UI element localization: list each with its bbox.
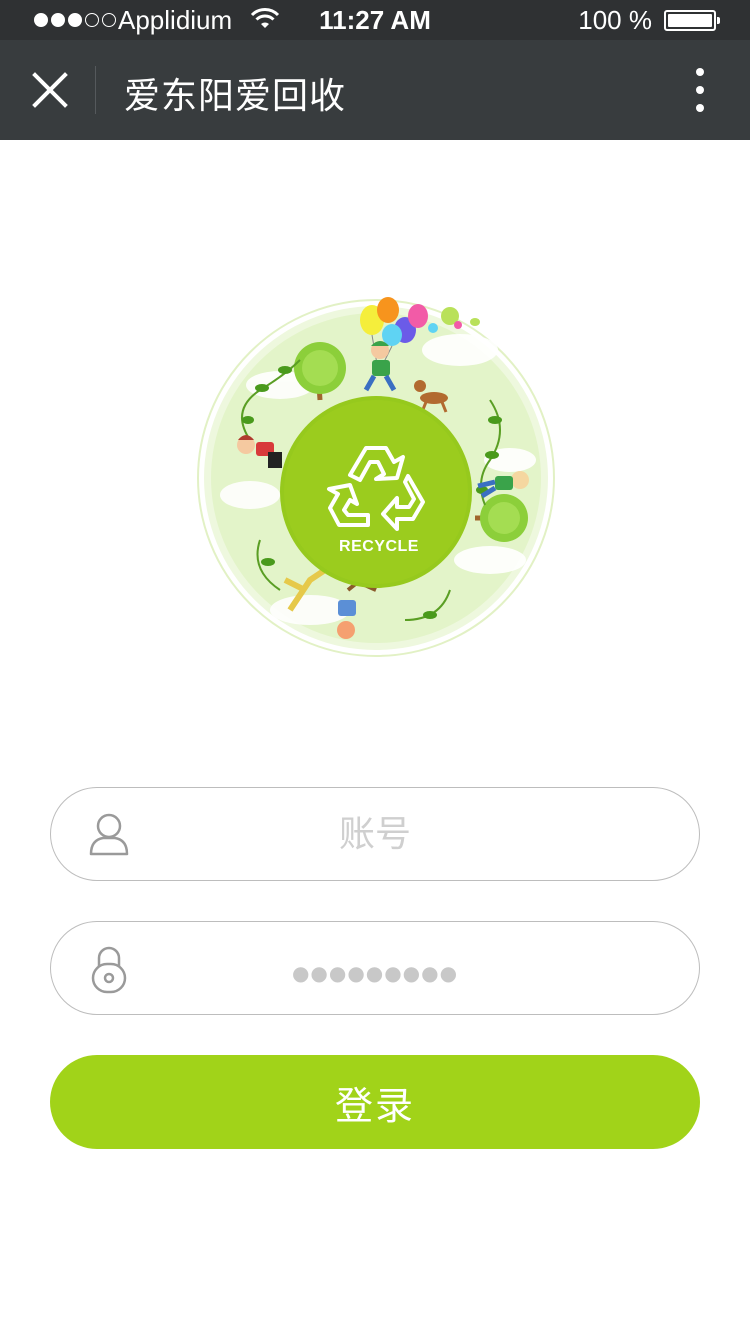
lock-icon <box>91 946 127 994</box>
nav-divider <box>95 66 96 114</box>
battery-icon <box>664 10 720 31</box>
user-icon <box>89 813 129 856</box>
recycle-logo: RECYCLE <box>197 297 555 657</box>
close-icon <box>32 72 68 108</box>
account-input[interactable] <box>161 788 589 880</box>
close-button[interactable] <box>24 64 76 116</box>
more-menu-button[interactable] <box>680 64 720 116</box>
more-vertical-icon <box>696 68 704 76</box>
nav-bar: 爱东阳爱回收 <box>0 40 750 140</box>
status-bar: Applidium 11:27 AM 100 % <box>0 0 750 40</box>
account-field[interactable] <box>50 787 700 881</box>
recycle-label: RECYCLE <box>339 538 419 555</box>
password-field[interactable] <box>50 921 700 1015</box>
page-title: 爱东阳爱回收 <box>124 76 347 117</box>
password-input[interactable] <box>161 922 589 1014</box>
login-button[interactable]: 登录 <box>50 1055 700 1149</box>
battery-percentage: 100 % <box>578 5 652 35</box>
